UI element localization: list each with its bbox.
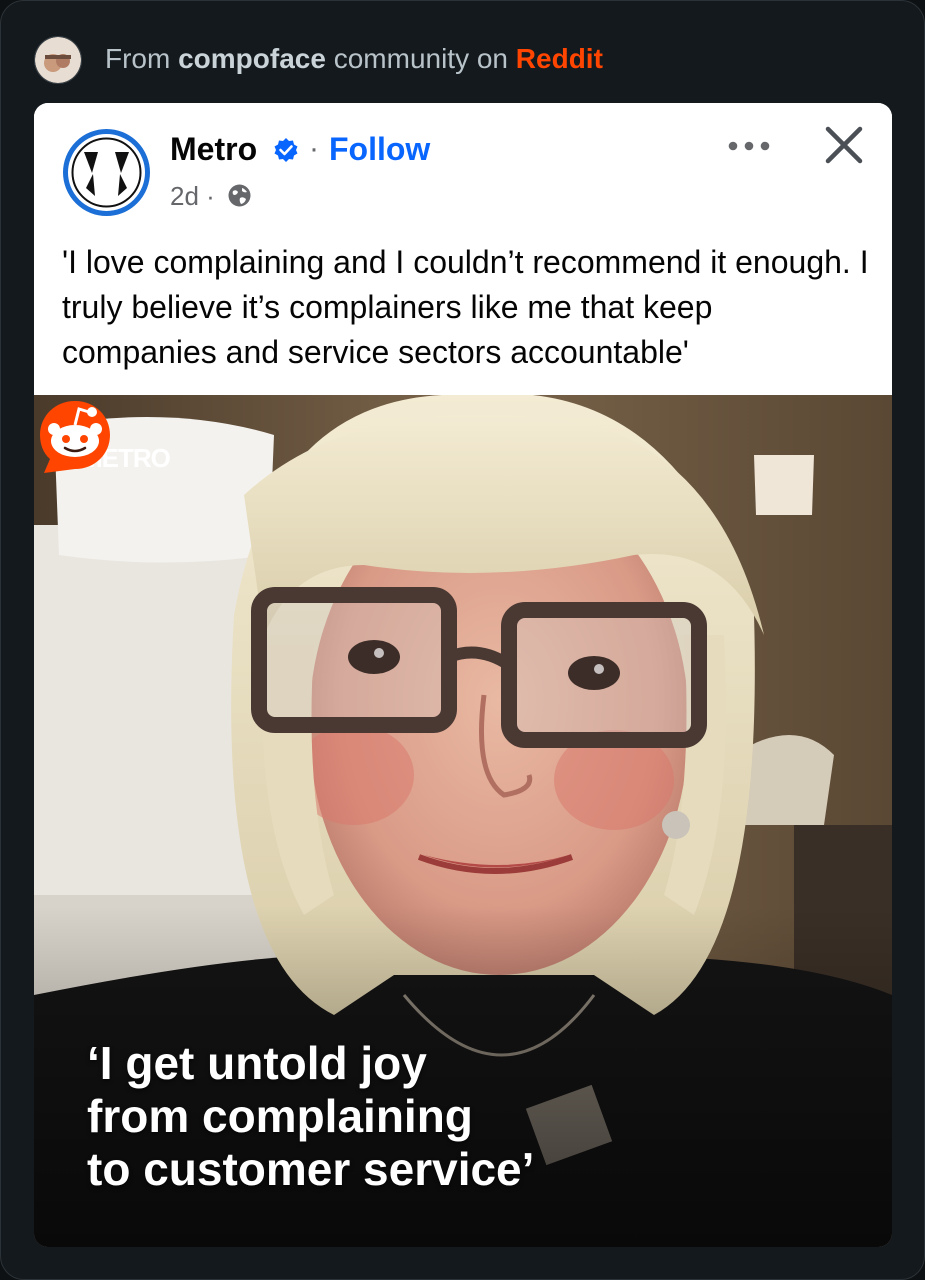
post-header: Metro · Follow 2d · 'I love complaining …: [34, 103, 892, 395]
source-middle: community on: [333, 43, 509, 74]
post-caption: 'I love complaining and I couldn’t recom…: [62, 244, 869, 370]
headline-line: to customer service’: [87, 1143, 535, 1195]
globe-icon: [228, 184, 251, 207]
headline-line: from complaining: [87, 1090, 473, 1142]
metro-logo[interactable]: [62, 128, 151, 217]
reddit-embed-card: From compoface community on Reddit Metro…: [0, 0, 925, 1280]
platform-name[interactable]: Reddit: [516, 43, 603, 74]
more-options-icon[interactable]: [726, 137, 772, 155]
name-separator: ·: [309, 132, 319, 165]
headline-line: ‘I get untold joy: [87, 1037, 427, 1089]
verified-badge-icon: [274, 138, 298, 162]
facebook-post-screenshot: Metro · Follow 2d · 'I love complaining …: [34, 103, 892, 1247]
image-headline: ‘I get untold joy from complaining to cu…: [87, 1037, 687, 1196]
reddit-snoo-icon[interactable]: [34, 395, 116, 477]
community-avatar[interactable]: [34, 36, 82, 84]
post-timestamp[interactable]: 2d ·: [170, 179, 215, 213]
post-photo[interactable]: METRO ‘I get untold joy from complaining…: [34, 395, 892, 1247]
follow-button[interactable]: Follow: [329, 129, 430, 169]
close-icon[interactable]: [824, 125, 864, 165]
source-text: From compoface community on Reddit: [105, 39, 603, 79]
page-name[interactable]: Metro: [170, 129, 257, 169]
community-name[interactable]: compoface: [178, 43, 326, 74]
source-prefix: From: [105, 43, 171, 74]
source-attribution: From compoface community on Reddit: [1, 1, 924, 101]
